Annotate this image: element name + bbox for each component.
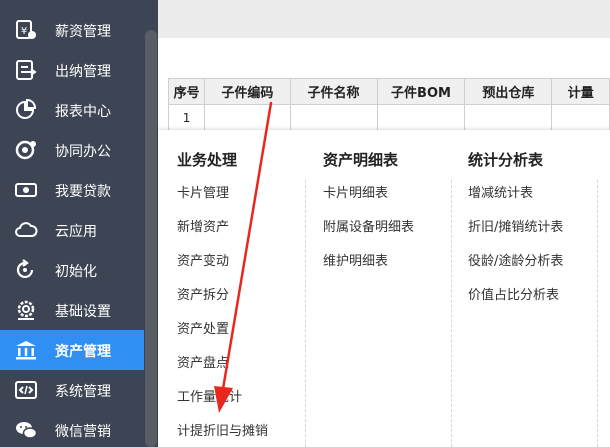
sidebar-scrollbar-thumb[interactable] (145, 30, 157, 447)
menu-item[interactable]: 资产盘点 (177, 352, 229, 371)
cashier-icon (14, 59, 38, 81)
column-header[interactable]: 子件编码 (204, 78, 291, 105)
sidebar-item-collaboration[interactable]: 协同办公 (0, 130, 144, 170)
menu-item[interactable]: 工作量统计 (177, 386, 242, 405)
sidebar-item-payroll[interactable]: ¥ 薪资管理 (0, 10, 144, 50)
sidebar-item-partial[interactable] (0, 0, 144, 10)
sidebar-item-cloud[interactable]: 云应用 (0, 210, 144, 250)
menu-item[interactable]: 维护明细表 (323, 250, 388, 269)
menu-column-title: 业务处理 (177, 151, 238, 169)
menu-item[interactable]: 卡片管理 (177, 182, 229, 201)
column-header: 序号 (167, 78, 206, 105)
menu-item[interactable]: 价值占比分析表 (468, 284, 559, 303)
wechat-icon (14, 419, 38, 441)
sidebar-item-label: 微信营销 (55, 424, 111, 440)
sidebar-item-system[interactable]: 系统管理 (0, 370, 144, 410)
money-icon (14, 179, 38, 201)
sidebar-item-cashier[interactable]: 出纳管理 (0, 50, 144, 90)
menu-item[interactable]: 新增资产 (177, 216, 229, 235)
menu-column-title: 统计分析表 (468, 151, 544, 169)
menu-divider (305, 180, 306, 447)
menu-column-title: 资产明细表 (323, 151, 399, 169)
table-header-row: 序号 子件编码 子件名称 子件BOM 预出仓库 计量 (167, 78, 610, 105)
sidebar-item-label: 出纳管理 (55, 64, 111, 80)
sidebar-item-label: 我要贷款 (55, 184, 111, 200)
sidebar-item-settings[interactable]: 基础设置 (0, 290, 144, 330)
menu-item[interactable]: 资产变动 (177, 250, 229, 269)
sidebar-item-assets[interactable]: 资产管理 (0, 330, 144, 370)
sidebar-item-label: 基础设置 (55, 304, 111, 320)
menu-item[interactable]: 役龄/途龄分析表 (468, 250, 563, 269)
sidebar-item-label: 协同办公 (55, 144, 111, 160)
pie-chart-icon (14, 99, 38, 121)
refresh-icon (14, 259, 38, 281)
svg-text:¥: ¥ (21, 26, 27, 37)
table-row: 1 (167, 104, 610, 131)
settings-icon (14, 299, 38, 321)
table-cell[interactable] (376, 104, 466, 131)
sidebar-item-label: 系统管理 (55, 384, 111, 400)
menu-item[interactable]: 增减统计表 (468, 182, 533, 201)
table-cell: 1 (167, 104, 206, 131)
sidebar-item-label: 初始化 (55, 264, 97, 280)
sidebar-item-label: 资产管理 (55, 344, 111, 360)
cloud-icon (14, 219, 38, 241)
sidebar: ¥ 薪资管理 出纳管理 报表中心 协同办公 我要贷款 云应用 初始化 基础设置 … (0, 0, 158, 447)
column-header[interactable]: 计量 (551, 78, 610, 105)
menu-item[interactable]: 折旧/摊销统计表 (468, 216, 563, 235)
column-header[interactable]: 子件BOM (376, 78, 466, 105)
sidebar-item-wechat[interactable]: 微信营销 (0, 410, 144, 447)
menu-item[interactable]: 资产拆分 (177, 284, 229, 303)
sidebar-item-label: 报表中心 (55, 104, 111, 120)
sidebar-item-reports[interactable]: 报表中心 (0, 90, 144, 130)
column-header[interactable]: 子件名称 (289, 78, 378, 105)
top-bar (158, 0, 610, 38)
sidebar-item-label: 云应用 (55, 224, 97, 240)
collaboration-icon (14, 139, 38, 161)
code-icon (14, 379, 38, 401)
table-cell[interactable] (464, 104, 553, 131)
sidebar-item-label: 薪资管理 (55, 24, 111, 40)
menu-item[interactable]: 资产处置 (177, 318, 229, 337)
table-cell[interactable] (204, 104, 291, 131)
payroll-icon: ¥ (14, 19, 38, 41)
table-cell[interactable] (289, 104, 378, 131)
menu-item[interactable]: 计提折旧与摊销 (177, 420, 268, 439)
bank-icon (14, 339, 38, 361)
menu-divider (451, 180, 452, 447)
menu-divider (597, 180, 598, 447)
sidebar-item-loan[interactable]: 我要贷款 (0, 170, 144, 210)
asset-management-menu: 业务处理 卡片管理 新增资产 资产变动 资产拆分 资产处置 资产盘点 工作量统计… (158, 130, 610, 447)
bom-table: 序号 子件编码 子件名称 子件BOM 预出仓库 计量 1 (167, 78, 610, 131)
menu-item[interactable]: 卡片明细表 (323, 182, 388, 201)
table-cell[interactable] (551, 104, 610, 131)
sidebar-item-init[interactable]: 初始化 (0, 250, 144, 290)
menu-item[interactable]: 附属设备明细表 (323, 216, 414, 235)
column-header[interactable]: 预出仓库 (464, 78, 553, 105)
